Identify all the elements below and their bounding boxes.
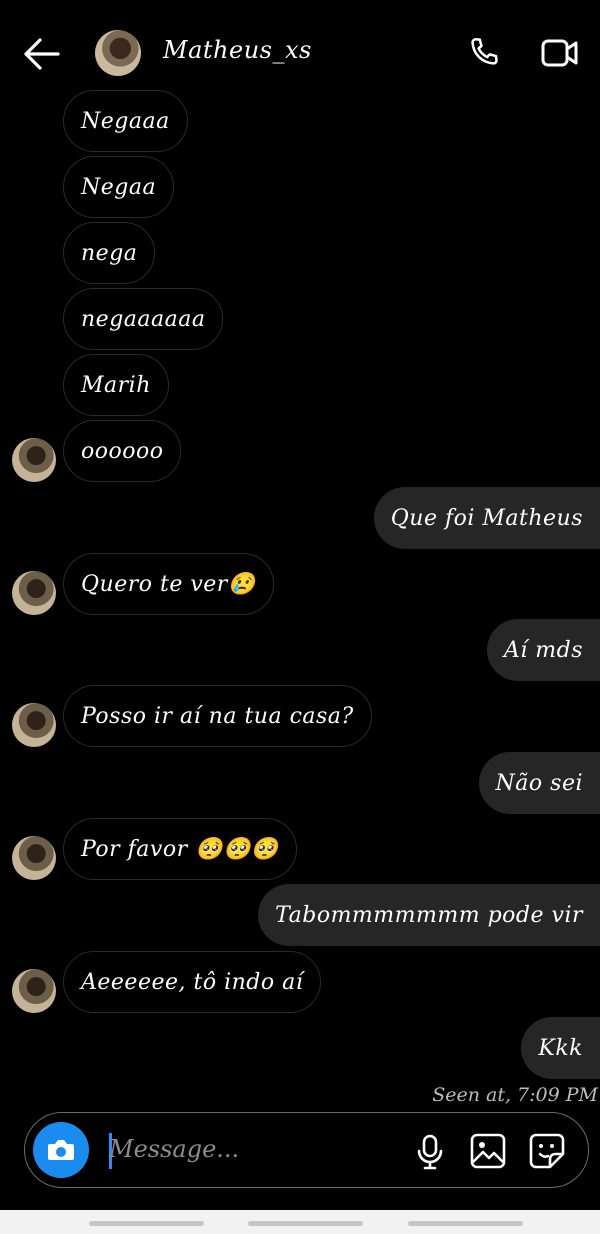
incoming-message[interactable]: oooooo [63,420,182,482]
message-composer: Message... [24,1112,589,1188]
contact-name[interactable]: Matheus_xs [163,36,312,64]
incoming-message[interactable]: Quero te ver😢 [63,553,274,615]
nav-recents-button[interactable] [89,1221,204,1226]
nav-home-button[interactable] [248,1221,363,1226]
sender-avatar[interactable] [12,836,56,880]
outgoing-message[interactable]: Tabommmmmmm pode vir [258,884,600,946]
sender-avatar[interactable] [12,969,56,1013]
video-camera-icon[interactable] [540,36,580,70]
outgoing-message[interactable]: Que foi Matheus [373,487,600,549]
sticker-icon[interactable] [528,1132,566,1170]
nav-back-button[interactable] [408,1221,523,1226]
incoming-message[interactable]: Aeeeeee, tô indo aí [63,951,322,1013]
contact-avatar[interactable] [95,30,141,76]
incoming-message[interactable]: nega [63,222,156,284]
sender-avatar[interactable] [12,438,56,482]
microphone-icon[interactable] [413,1133,447,1171]
sender-avatar[interactable] [12,703,56,747]
incoming-message[interactable]: Negaa [63,156,175,218]
incoming-message[interactable]: Por favor 🥺🥺🥺 [63,818,297,880]
incoming-message[interactable]: Posso ir aí na tua casa? [63,685,372,747]
outgoing-message[interactable]: Não sei [478,752,600,814]
outgoing-message[interactable]: Aí mds [486,619,600,681]
camera-icon[interactable] [33,1122,89,1178]
message-input[interactable]: Message... [109,1135,239,1163]
back-arrow-icon[interactable] [22,36,62,72]
chat-header: Matheus_xs [0,0,600,100]
incoming-message[interactable]: Marih [63,354,169,416]
incoming-message[interactable]: negaaaaaa [63,288,224,350]
seen-status: Seen at, 7:09 PM [432,1084,598,1106]
outgoing-message[interactable]: Kkk [521,1017,600,1079]
sender-avatar[interactable] [12,571,56,615]
gallery-icon[interactable] [469,1132,507,1170]
phone-icon[interactable] [466,34,502,70]
incoming-message[interactable]: Negaaa [63,90,188,152]
